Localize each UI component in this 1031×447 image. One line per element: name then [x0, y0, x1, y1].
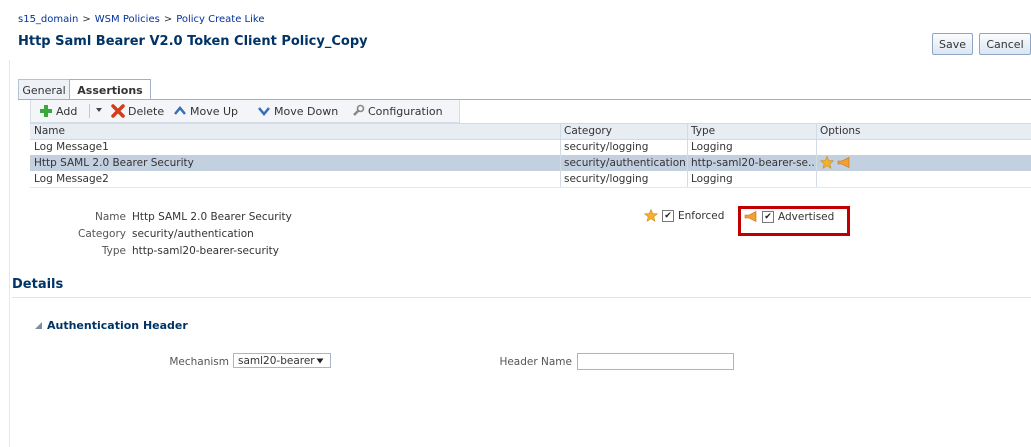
star-icon: [644, 209, 658, 222]
summary-category-label: Category: [78, 228, 126, 240]
column-divider: [560, 139, 561, 155]
row-name: Http SAML 2.0 Bearer Security: [34, 157, 194, 169]
breadcrumb-wsm-policies[interactable]: WSM Policies: [95, 14, 160, 25]
authentication-header-section[interactable]: Authentication Header: [34, 319, 188, 332]
assertions-toolbar: Add Delete Move Up Move Down Configurati…: [30, 100, 460, 123]
delete-label: Delete: [128, 104, 165, 118]
column-divider: [687, 124, 688, 140]
collapse-triangle-icon: [35, 322, 42, 329]
breadcrumb-separator: >: [82, 14, 91, 25]
column-header-category[interactable]: Category: [564, 125, 612, 137]
column-divider: [816, 155, 817, 171]
move-up-icon: [174, 106, 186, 115]
column-divider: [687, 139, 688, 155]
row-name: Log Message1: [34, 141, 109, 153]
move-up-label: Move Up: [190, 104, 239, 118]
column-divider: [560, 155, 561, 171]
delete-icon: [111, 104, 125, 118]
page-title: Http Saml Bearer V2.0 Token Client Polic…: [18, 34, 368, 49]
advertised-checkbox[interactable]: ✔: [762, 210, 774, 223]
row-type: Logging: [691, 141, 733, 153]
breadcrumb-domain[interactable]: s15_domain: [18, 14, 78, 25]
details-divider: [12, 297, 1031, 298]
table-row[interactable]: Log Message1 security/logging Logging: [30, 139, 1031, 155]
row-options: [820, 156, 851, 172]
move-up-button[interactable]: Move Up: [173, 104, 238, 118]
enforced-label: Enforced: [678, 209, 725, 222]
add-label: Add: [56, 104, 78, 118]
breadcrumb-current: Policy Create Like: [176, 14, 265, 25]
toolbar-divider: [89, 104, 90, 118]
table-row-selected[interactable]: Http SAML 2.0 Bearer Security security/a…: [30, 155, 1031, 171]
summary-category-value: security/authentication: [132, 228, 254, 240]
mechanism-select[interactable]: saml20-bearer: [233, 353, 331, 368]
column-divider: [560, 124, 561, 140]
mechanism-label: Mechanism: [169, 356, 229, 368]
move-down-label: Move Down: [274, 104, 339, 118]
move-down-button[interactable]: Move Down: [257, 104, 338, 118]
add-dropdown-button[interactable]: [95, 103, 103, 117]
add-icon: [40, 105, 52, 117]
summary-type-label: Type: [101, 245, 126, 257]
breadcrumb-separator: >: [163, 14, 173, 25]
column-header-type[interactable]: Type: [691, 125, 715, 137]
move-down-icon: [258, 107, 270, 116]
table-header: Name Category Type Options: [30, 123, 1031, 140]
summary-name-label: Name: [95, 211, 126, 223]
configuration-label: Configuration: [368, 104, 443, 118]
save-button[interactable]: Save: [932, 33, 973, 55]
configuration-button[interactable]: Configuration: [351, 104, 443, 118]
wrench-icon: [353, 104, 365, 116]
row-type: http-saml20-bearer-se...: [691, 157, 815, 169]
advertised-control: ✔ Advertised: [744, 210, 834, 223]
column-divider: [560, 171, 561, 187]
summary-name-value: Http SAML 2.0 Bearer Security: [132, 211, 292, 223]
row-name: Log Message2: [34, 173, 109, 185]
section-title: Authentication Header: [47, 319, 188, 332]
star-icon: [820, 156, 835, 169]
page-left-border: [9, 60, 10, 447]
summary-type-value: http-saml20-bearer-security: [132, 245, 280, 257]
tab-general[interactable]: General: [18, 79, 70, 100]
delete-button[interactable]: Delete: [111, 104, 164, 118]
breadcrumb: s15_domain > WSM Policies > Policy Create Li…: [18, 14, 265, 25]
header-name-label: Header Name: [499, 356, 572, 368]
column-header-name[interactable]: Name: [34, 125, 65, 137]
chevron-down-icon: [96, 108, 102, 112]
column-divider: [687, 171, 688, 187]
column-divider: [816, 171, 817, 187]
column-divider: [816, 124, 817, 140]
add-button[interactable]: Add: [39, 104, 77, 118]
row-type: Logging: [691, 173, 733, 185]
cancel-button[interactable]: Cancel: [979, 33, 1031, 55]
column-divider: [687, 155, 688, 171]
mechanism-value: saml20-bearer: [238, 354, 315, 367]
enforced-checkbox[interactable]: ✔: [662, 209, 674, 222]
details-heading: Details: [12, 277, 64, 292]
tab-assertions[interactable]: Assertions: [69, 79, 151, 101]
row-category: security/authentication: [564, 157, 686, 169]
advertised-label: Advertised: [778, 210, 835, 223]
header-name-input[interactable]: [577, 353, 734, 370]
table-row[interactable]: Log Message2 security/logging Logging: [30, 171, 1031, 188]
megaphone-icon: [744, 211, 757, 222]
column-divider: [816, 139, 817, 155]
row-category: security/logging: [564, 141, 649, 153]
megaphone-icon: [838, 157, 850, 168]
column-header-options[interactable]: Options: [820, 125, 861, 137]
row-category: security/logging: [564, 173, 649, 185]
enforced-control: ✔ Enforced: [644, 209, 724, 222]
chevron-down-icon: [316, 358, 324, 364]
